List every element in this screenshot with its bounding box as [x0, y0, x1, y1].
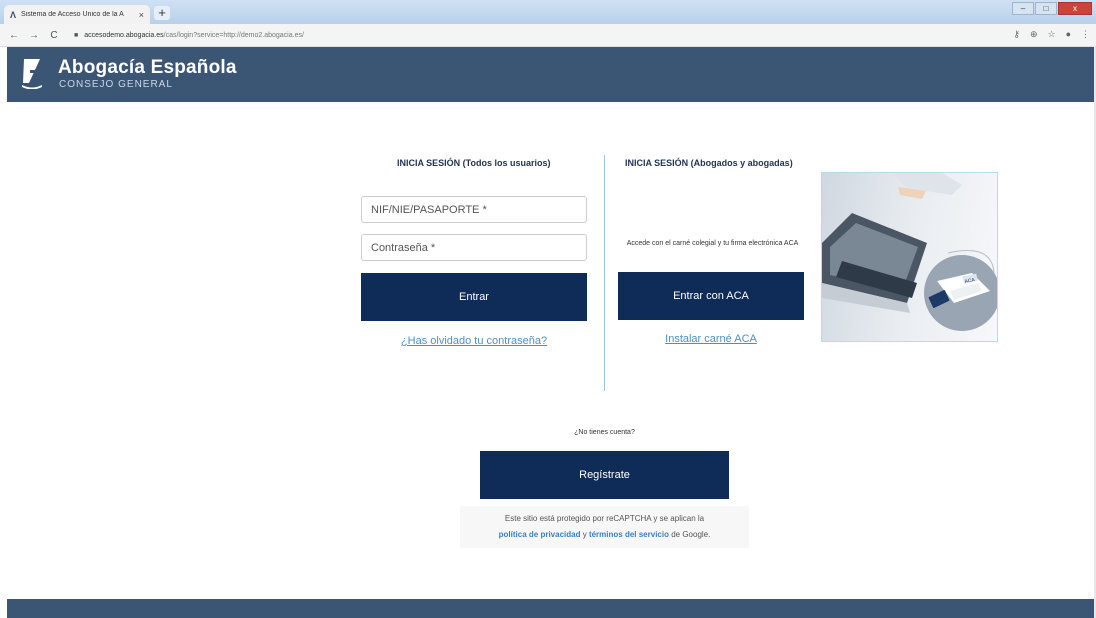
install-aca-link[interactable]: Instalar carné ACA [618, 333, 804, 345]
url-field[interactable]: ■ accesodemo.abogacia.es /cas/login?serv… [74, 32, 304, 39]
tab-title: Sistema de Acceso Único de la A [21, 11, 124, 18]
login-button[interactable]: Entrar [361, 273, 587, 321]
recaptcha-notice: Este sitio está protegido por reCAPTCHA … [460, 506, 749, 548]
register-button[interactable]: Regístrate [480, 451, 729, 499]
lock-icon: ■ [74, 31, 79, 39]
abogacia-favicon-icon: Ʌ [10, 9, 17, 20]
site-header: Abogacía Española CONSEJO GENERAL [7, 47, 1094, 102]
forgot-password-link[interactable]: ¿Has olvidado tu contraseña? [361, 335, 587, 347]
tab-close-icon[interactable]: × [139, 10, 144, 20]
back-arrow-icon[interactable]: ← [8, 30, 20, 41]
id-document-input[interactable] [361, 196, 587, 223]
minimize-button[interactable]: – [1012, 2, 1034, 15]
browser-tab[interactable]: Ʌ Sistema de Acceso Único de la A × [4, 5, 150, 24]
key-icon[interactable]: ⚷ [1013, 29, 1020, 40]
aca-login-button[interactable]: Entrar con ACA [618, 272, 804, 320]
address-bar: ← → C ■ accesodemo.abogacia.es /cas/logi… [0, 24, 1096, 47]
brand-subtitle: CONSEJO GENERAL [59, 79, 173, 90]
site-footer [7, 599, 1094, 618]
url-path: /cas/login?service=http://demo2.abogacia… [163, 31, 304, 39]
no-account-text: ¿No tienes cuenta? [574, 429, 635, 436]
forward-arrow-icon[interactable]: → [28, 30, 40, 41]
aca-card-reader-image: ACA [821, 172, 998, 342]
reload-icon[interactable]: C [48, 30, 60, 41]
privacy-policy-link[interactable]: política de privacidad [499, 530, 581, 539]
login-title: INICIA SESIÓN (Todos los usuarios) [397, 158, 551, 168]
brand-name: Abogacía Española [58, 57, 237, 78]
abogacia-logo-icon[interactable] [21, 57, 43, 89]
aca-description: Accede con el carné colegial y tu firma … [626, 240, 799, 247]
bookmark-star-icon[interactable]: ☆ [1047, 29, 1055, 40]
browser-tab-bar: Ʌ Sistema de Acceso Único de la A × + – … [0, 0, 1096, 24]
new-tab-button[interactable]: + [154, 6, 170, 20]
maximize-button[interactable]: □ [1035, 2, 1057, 15]
window-controls: – □ x [1012, 2, 1092, 15]
address-bar-icons: ⚷ ⊕ ☆ ● ⋮ [1013, 29, 1090, 40]
menu-dots-icon[interactable]: ⋮ [1081, 29, 1090, 40]
recaptcha-connector: y [582, 530, 587, 539]
zoom-icon[interactable]: ⊕ [1030, 29, 1038, 40]
close-window-button[interactable]: x [1058, 2, 1092, 15]
url-host: accesodemo.abogacia.es [84, 31, 164, 39]
recaptcha-line-1: Este sitio está protegido por reCAPTCHA … [504, 514, 705, 523]
terms-of-service-link[interactable]: términos del servicio [589, 530, 669, 539]
password-input[interactable] [361, 234, 587, 261]
aca-login-title: INICIA SESIÓN (Abogados y abogadas) [625, 158, 793, 168]
column-divider [604, 155, 605, 391]
recaptcha-suffix: de Google. [671, 530, 711, 539]
profile-icon[interactable]: ● [1066, 29, 1071, 40]
